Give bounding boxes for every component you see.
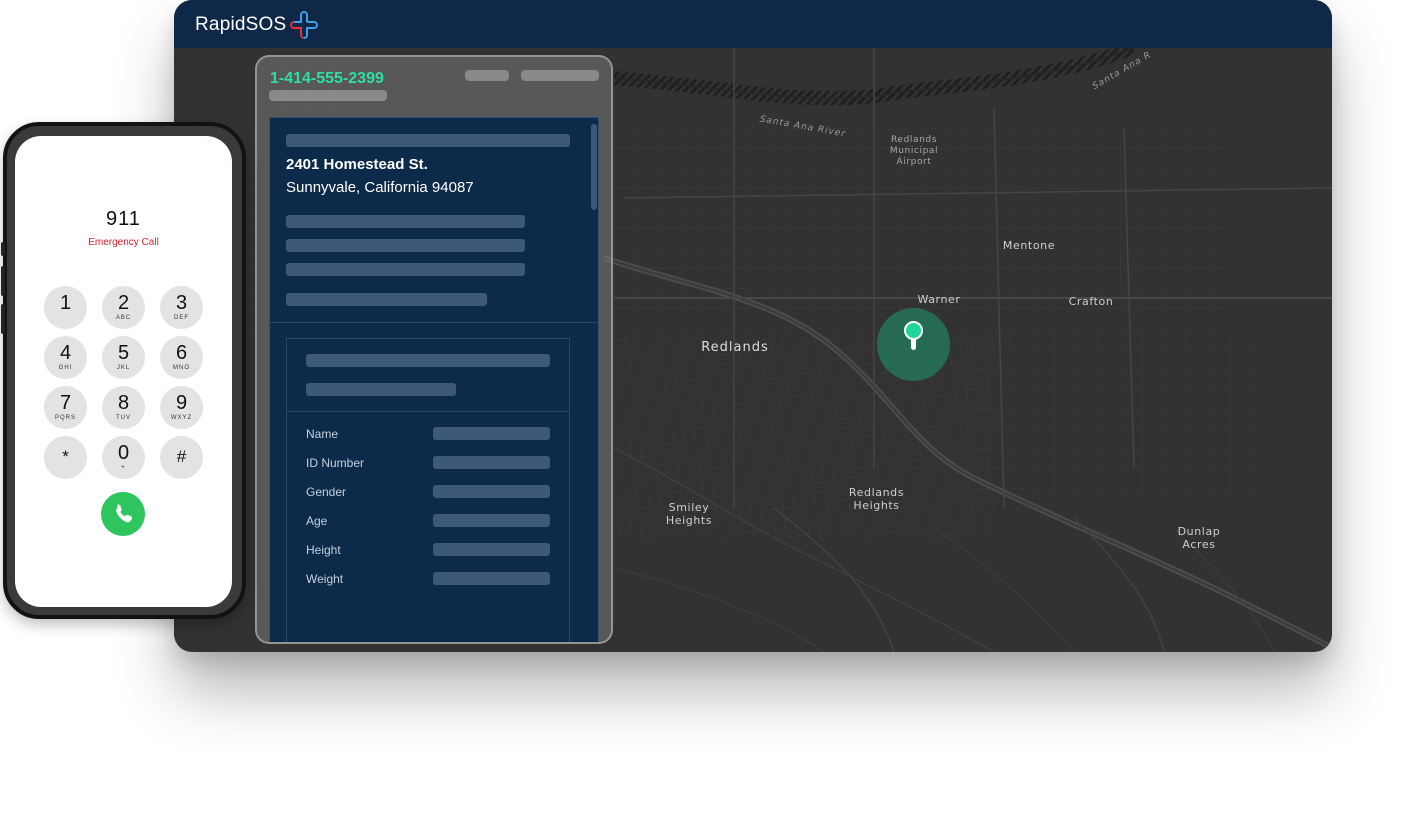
map-label-redlands-municipal-airport: Redlands Municipal Airport (874, 135, 954, 168)
call-type-label: Emergency Call (15, 237, 232, 248)
keypad-key-0[interactable]: 0+ (102, 436, 145, 479)
detail-placeholder-3 (286, 263, 525, 276)
field-value-id-number (433, 456, 550, 469)
detail-placeholder-1 (286, 215, 525, 228)
phone-icon (101, 492, 145, 536)
key-digit: 3 (160, 293, 203, 313)
key-letters: DEF (160, 314, 203, 322)
field-value-name (433, 427, 550, 440)
map-label-mentone: Mentone (994, 239, 1064, 252)
keypad-key-star[interactable]: * (44, 436, 87, 479)
address-line-2: Sunnyvale, California 94087 (286, 179, 474, 196)
key-digit: 1 (44, 293, 87, 313)
phone-side-button-1 (1, 242, 5, 256)
card-divider (270, 322, 598, 323)
key-letters: WXYZ (160, 414, 203, 422)
address-header-placeholder (286, 134, 570, 147)
brand-name: RapidSOS (195, 14, 286, 36)
map-label-redlands: Redlands (690, 341, 780, 354)
key-letters: TUV (102, 414, 145, 422)
detail-placeholder-4 (286, 293, 487, 306)
field-label-id-number: ID Number (306, 456, 364, 470)
phone-screen: 911 Emergency Call 1 2ABC 3DEF 4GHI 5JKL… (15, 136, 232, 607)
key-letters: JKL (102, 364, 145, 372)
key-digit: 8 (102, 393, 145, 413)
phone-side-button-3 (1, 304, 5, 334)
keypad-key-9[interactable]: 9WXYZ (160, 386, 203, 429)
key-digit: 5 (102, 343, 145, 363)
field-label-gender: Gender (306, 485, 346, 499)
field-label-height: Height (306, 543, 341, 557)
smartphone: 911 Emergency Call 1 2ABC 3DEF 4GHI 5JKL… (3, 122, 246, 619)
location-pin-icon[interactable] (904, 321, 923, 340)
dialed-number: 911 (15, 208, 232, 231)
field-label-age: Age (306, 514, 327, 528)
map-label-redlands-heights: Redlands Heights (839, 486, 914, 512)
map-label-warner: Warner (904, 293, 974, 306)
map-label-crafton: Crafton (1056, 295, 1126, 308)
header-placeholder-1 (465, 70, 509, 81)
field-value-gender (433, 485, 550, 498)
personal-info-box: Name ID Number Gender Age Height Weight (286, 338, 570, 644)
keypad-key-3[interactable]: 3DEF (160, 286, 203, 329)
key-letters: GHI (44, 364, 87, 372)
key-digit: 9 (160, 393, 203, 413)
personal-header-placeholder-2 (306, 383, 456, 396)
key-digit: 7 (44, 393, 87, 413)
field-label-name: Name (306, 427, 338, 441)
map-label-smiley-heights: Smiley Heights (654, 501, 724, 527)
address-line-1: 2401 Homestead St. (286, 156, 428, 173)
key-digit: 0 (102, 443, 145, 463)
key-letters: PQRS (44, 414, 87, 422)
key-digit: # (160, 447, 203, 467)
field-label-weight: Weight (306, 572, 343, 586)
key-digit: * (44, 447, 87, 467)
caller-info-panel: 1-414-555-2399 2401 Homestead St. Sunnyv… (255, 55, 613, 644)
key-letters: ABC (102, 314, 145, 322)
keypad-key-8[interactable]: 8TUV (102, 386, 145, 429)
key-digit: 4 (44, 343, 87, 363)
keypad-key-2[interactable]: 2ABC (102, 286, 145, 329)
key-digit: 6 (160, 343, 203, 363)
keypad-key-7[interactable]: 7PQRS (44, 386, 87, 429)
personal-info-divider (287, 411, 569, 412)
field-value-weight (433, 572, 550, 585)
caller-phone-number: 1-414-555-2399 (270, 70, 384, 88)
key-letters: MNO (160, 364, 203, 372)
keypad-key-6[interactable]: 6MNO (160, 336, 203, 379)
keypad-key-5[interactable]: 5JKL (102, 336, 145, 379)
field-value-age (433, 514, 550, 527)
header-placeholder-2 (521, 70, 599, 81)
caller-details-card: 2401 Homestead St. Sunnyvale, California… (269, 117, 599, 644)
key-letters: + (102, 464, 145, 472)
detail-placeholder-2 (286, 239, 525, 252)
top-bar: RapidSOS (174, 0, 1332, 48)
keypad-key-1[interactable]: 1 (44, 286, 87, 329)
key-digit: 2 (102, 293, 145, 313)
card-scrollbar[interactable] (591, 124, 597, 210)
phone-side-button-2 (1, 266, 5, 296)
personal-header-placeholder-1 (306, 354, 550, 367)
keypad-key-4[interactable]: 4GHI (44, 336, 87, 379)
rapidsos-logo-icon (288, 9, 322, 41)
subtitle-placeholder (269, 90, 387, 101)
map-label-dunlap-acres: Dunlap Acres (1164, 525, 1234, 551)
call-button[interactable] (101, 492, 145, 536)
field-value-height (433, 543, 550, 556)
keypad-key-hash[interactable]: # (160, 436, 203, 479)
